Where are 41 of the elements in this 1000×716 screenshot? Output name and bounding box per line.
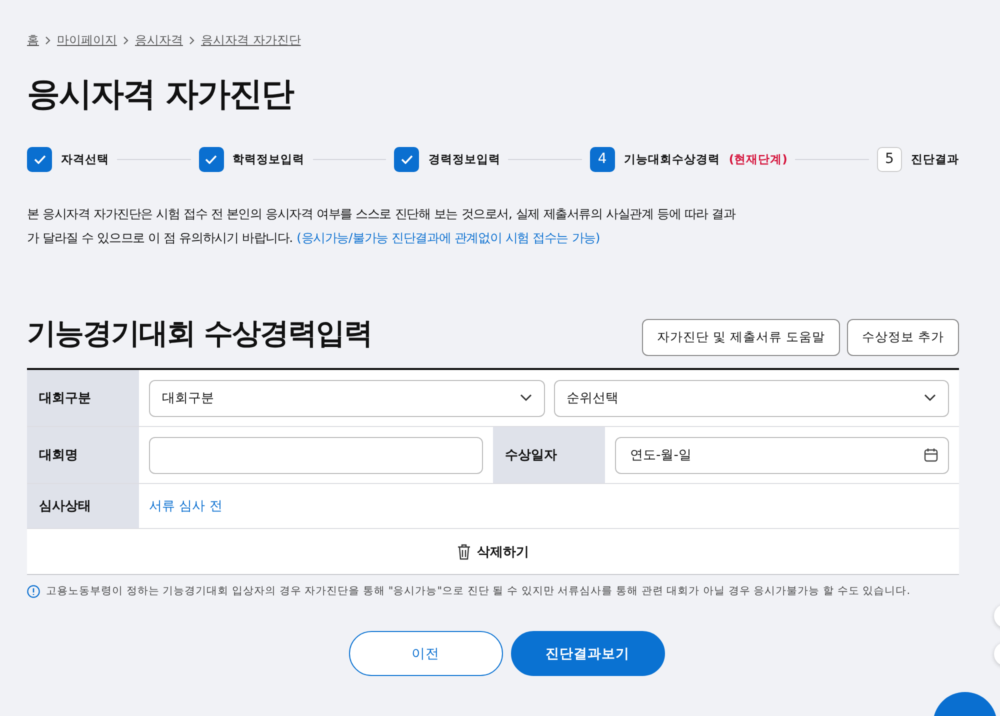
competition-name-field[interactable] (149, 436, 483, 474)
calendar-icon (924, 448, 938, 462)
field-label: 수상일자 (493, 427, 605, 483)
step-label: 경력정보입력 (428, 152, 500, 166)
current-step-note: (현재단계) (728, 152, 788, 166)
step-label: 학력정보입력 (232, 152, 305, 166)
date-field[interactable]: 연도-월-일 (615, 436, 949, 474)
rank-select[interactable]: 순위선택 (554, 380, 949, 416)
chevron-right-icon (189, 36, 195, 44)
section-title: 기능경기대회 수상경력입력 (27, 315, 372, 352)
step-label: 자격선택 (61, 152, 109, 166)
field-label: 대회명 (27, 427, 139, 483)
breadcrumb-link[interactable]: 홈 (27, 32, 39, 48)
step-label: 기능대회수상경력 (624, 152, 720, 166)
breadcrumb-link[interactable]: 응시자격 자가진단 (201, 32, 301, 48)
intro-text: 본 응시자격 자가진단은 시험 접수 전 본인의 응시자격 여부를 스스로 진단해 보는 것으로서, 실제 제출서류의 사실관계 등에 따라 결과가 달라질 수 있으므로 이 점 유의하시기 바랍니다. (응시가능/불가능 진단결과에 관계없이 시험 접수는 가능) (27, 205, 737, 247)
chevron-right-icon (45, 36, 51, 44)
delete-button[interactable]: 삭제하기 (451, 542, 535, 562)
secondary-button[interactable]: 이전 (348, 631, 502, 676)
step-number: 5 (877, 146, 902, 172)
info-icon (27, 584, 40, 598)
outline-button[interactable]: 자가진단 및 제출서류 도움말 (642, 319, 840, 356)
field-label: 심사상태 (27, 484, 139, 528)
trash-icon (457, 544, 471, 560)
page-title: 응시자격 자가진단 (27, 73, 295, 115)
notice-text: 고용노동부령이 정하는 기능경기대회 입상자의 경우 자가진단을 통해 "응시가능"으로 진단 될 수 있지만 서류심사를 통해 관련 대회가 아닐 경우 응시가불가능 할 수도 있습니다. (46, 584, 910, 598)
primary-button[interactable]: 진단결과보기 (510, 631, 664, 676)
breadcrumb-link[interactable]: 마이페이지 (57, 32, 117, 48)
chevron-down-icon (520, 394, 532, 402)
chevron-down-icon (924, 394, 936, 402)
step-label: 진단결과 (911, 152, 960, 166)
outline-button[interactable]: 수상정보 추가 (847, 319, 959, 356)
breadcrumb-link[interactable]: 응시자격 (135, 32, 183, 48)
step-check-icon (27, 146, 52, 172)
step-check-icon (394, 146, 420, 172)
category-select[interactable]: 대회구분 (149, 380, 544, 416)
step-number: 4 (590, 146, 615, 172)
step-check-icon (198, 146, 224, 172)
review-status: 서류 심사 전 (149, 498, 222, 515)
chevron-right-icon (123, 36, 129, 44)
field-label: 대회구분 (27, 370, 139, 426)
